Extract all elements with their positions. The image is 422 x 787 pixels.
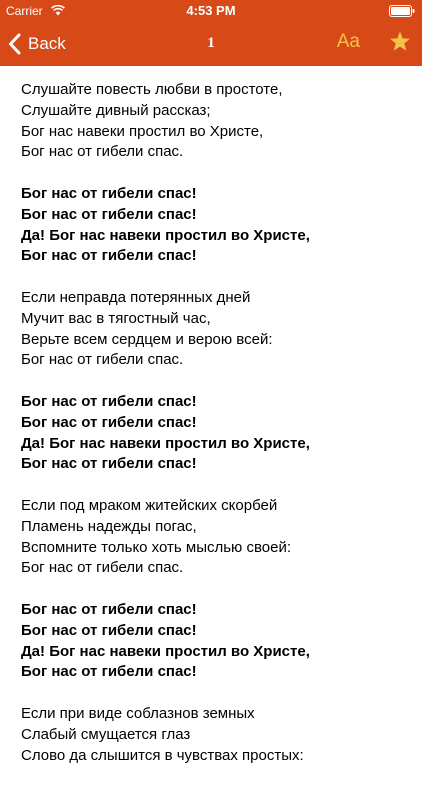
lyric-line: Слабый смущается глаз <box>21 725 191 743</box>
lyric-line: Если при виде соблазнов земных <box>21 704 255 722</box>
lyric-line: Бог нас от гибели спас! <box>21 392 197 410</box>
navigation-bar: Back 1 Aa <box>0 22 422 66</box>
lyric-line: Вспомните только хоть мыслью своей: <box>21 538 291 556</box>
lyric-line: Мучит вас в тягостный час, <box>21 309 211 327</box>
song-lyrics: Слушайте повесть любви в простоте, Слушай… <box>21 80 410 787</box>
lyric-line: Бог нас от гибели спас! <box>21 600 197 618</box>
lyric-line: Верьте всем сердцем и верою всей: <box>21 330 273 348</box>
lyric-line: Пламень надежды погас, <box>21 517 197 535</box>
lyric-line: Бог нас от гибели спас! <box>21 621 197 639</box>
font-size-button[interactable]: Aa <box>337 31 360 53</box>
lyric-line: Да! Бог нас навеки простил во Христе, <box>21 434 310 452</box>
lyric-line: Бог нас от гибели спас! <box>21 455 197 473</box>
lyric-line: Слово да слышится в чувствах простых: <box>21 746 304 764</box>
lyric-line: Бог нас от гибели спас! <box>21 247 197 265</box>
lyric-line: Бог нас от гибели спас. <box>21 143 184 161</box>
lyric-line: Бог нас от гибели спас. <box>21 559 184 577</box>
lyric-line: Бог нас от гибели спас! <box>21 663 197 681</box>
verse-stanza: Слушайте повесть любви в простоте, Слушай… <box>21 80 410 163</box>
chorus-stanza: Бог нас от гибели спас! Бог нас от гибели… <box>21 392 410 475</box>
lyric-line: Слушайте повесть любви в простоте, <box>21 81 283 98</box>
status-bar: Carrier 4:53 PM <box>0 0 422 22</box>
star-icon[interactable] <box>388 30 412 54</box>
chorus-stanza: Бог нас от гибели спас! Бог нас от гибели… <box>21 600 410 683</box>
lyric-line: Бог нас от гибели спас! <box>21 205 197 223</box>
lyric-line: Если под мраком житейских скорбей <box>21 496 278 514</box>
lyric-line: Бог нас навеки простил во Христе, <box>21 122 264 140</box>
lyric-line: Бог нас от гибели спас! <box>21 184 197 202</box>
chorus-stanza: Бог нас от гибели спас! Бог нас от гибели… <box>21 184 410 267</box>
lyric-line: Да! Бог нас навеки простил во Христе, <box>21 642 310 660</box>
lyric-line: Слушайте дивный рассказ; <box>21 101 211 119</box>
verse-stanza: Если под мраком житейских скорбей Пламень… <box>21 496 410 579</box>
top-bar: Carrier 4:53 PM Back 1 Aa <box>0 0 422 66</box>
battery-icon <box>389 5 415 17</box>
status-time: 4:53 PM <box>186 3 236 18</box>
lyric-line: Бог нас от гибели спас! <box>21 413 197 431</box>
verse-stanza: Если неправда потерянных дней Мучит вас в… <box>21 288 410 371</box>
lyric-line: Да! Бог нас навеки простил во Христе, <box>21 226 310 244</box>
lyric-line: Если неправда потерянных дней <box>21 288 251 306</box>
lyric-line: Бог нас от гибели спас. <box>21 351 184 369</box>
verse-stanza: Если при виде соблазнов земных Слабый сму… <box>21 704 410 766</box>
